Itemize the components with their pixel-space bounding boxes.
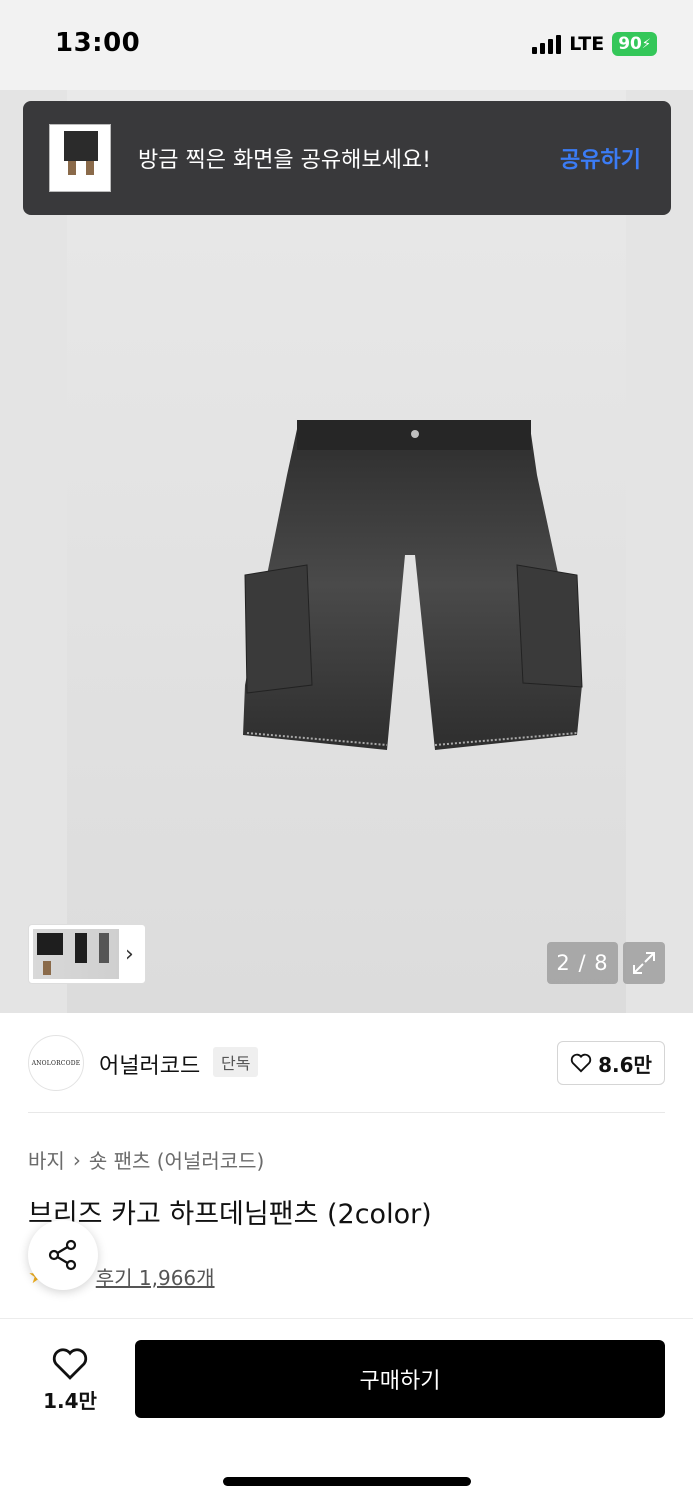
gallery-thumbnail-strip[interactable]: › (28, 924, 146, 984)
denim-shorts-image (243, 420, 583, 750)
product-title: 브리즈 카고 하프데님팬츠 (2color) (28, 1199, 432, 1230)
divider (28, 1112, 665, 1113)
breadcrumb-category[interactable]: 바지 (28, 1145, 65, 1174)
product-image[interactable] (67, 90, 626, 1013)
page-counter: 2 / 8 (547, 942, 618, 984)
product-gallery[interactable] (0, 90, 693, 1013)
product-like-button[interactable]: 1.4만 (28, 1342, 112, 1418)
expand-icon[interactable] (623, 942, 665, 984)
battery-level: 90 (618, 34, 642, 54)
battery-icon: 90 ⚡ (612, 32, 657, 56)
breadcrumb-subcategory[interactable]: 숏 팬츠 (어널러코드) (89, 1145, 265, 1174)
buy-button[interactable]: 구매하기 (135, 1340, 665, 1418)
review-link[interactable]: 후기 1,966개 (96, 1262, 215, 1291)
status-bar: 13:00 LTE 90 ⚡ (0, 0, 693, 90)
bottom-bar-separator (0, 1318, 693, 1319)
signal-icon (532, 34, 562, 54)
share-button[interactable] (28, 1220, 98, 1290)
brand-logo[interactable]: ANOLORCODE (28, 1035, 84, 1091)
share-icon (48, 1239, 77, 1271)
chevron-right-icon[interactable]: › (125, 942, 134, 967)
heart-icon (570, 1053, 592, 1073)
chevron-right-icon: › (72, 1147, 81, 1172)
home-indicator[interactable] (223, 1477, 471, 1486)
brand-row: ANOLORCODE 어널러코드 단독 8.6만 (0, 1013, 693, 1113)
brand-like-count: 8.6만 (598, 1052, 652, 1077)
brand-like-button[interactable]: 8.6만 (557, 1041, 665, 1085)
toast-message: 방금 찍은 화면을 공유해보세요! (138, 148, 431, 173)
status-indicators: LTE 90 ⚡ (532, 32, 657, 56)
breadcrumb: 바지 › 숏 팬츠 (어널러코드) (28, 1145, 264, 1174)
exclusive-badge: 단독 (213, 1047, 259, 1077)
brand-name[interactable]: 어널러코드 (99, 1048, 200, 1080)
thumbnail-image (33, 929, 119, 979)
screenshot-thumbnail[interactable] (49, 124, 111, 192)
heart-icon (52, 1347, 88, 1380)
network-label: LTE (569, 33, 605, 55)
share-now-button[interactable]: 공유하기 (560, 142, 641, 174)
share-toast: 방금 찍은 화면을 공유해보세요! 공유하기 (23, 101, 671, 215)
status-time: 13:00 (55, 28, 141, 58)
product-like-count: 1.4만 (43, 1388, 97, 1413)
